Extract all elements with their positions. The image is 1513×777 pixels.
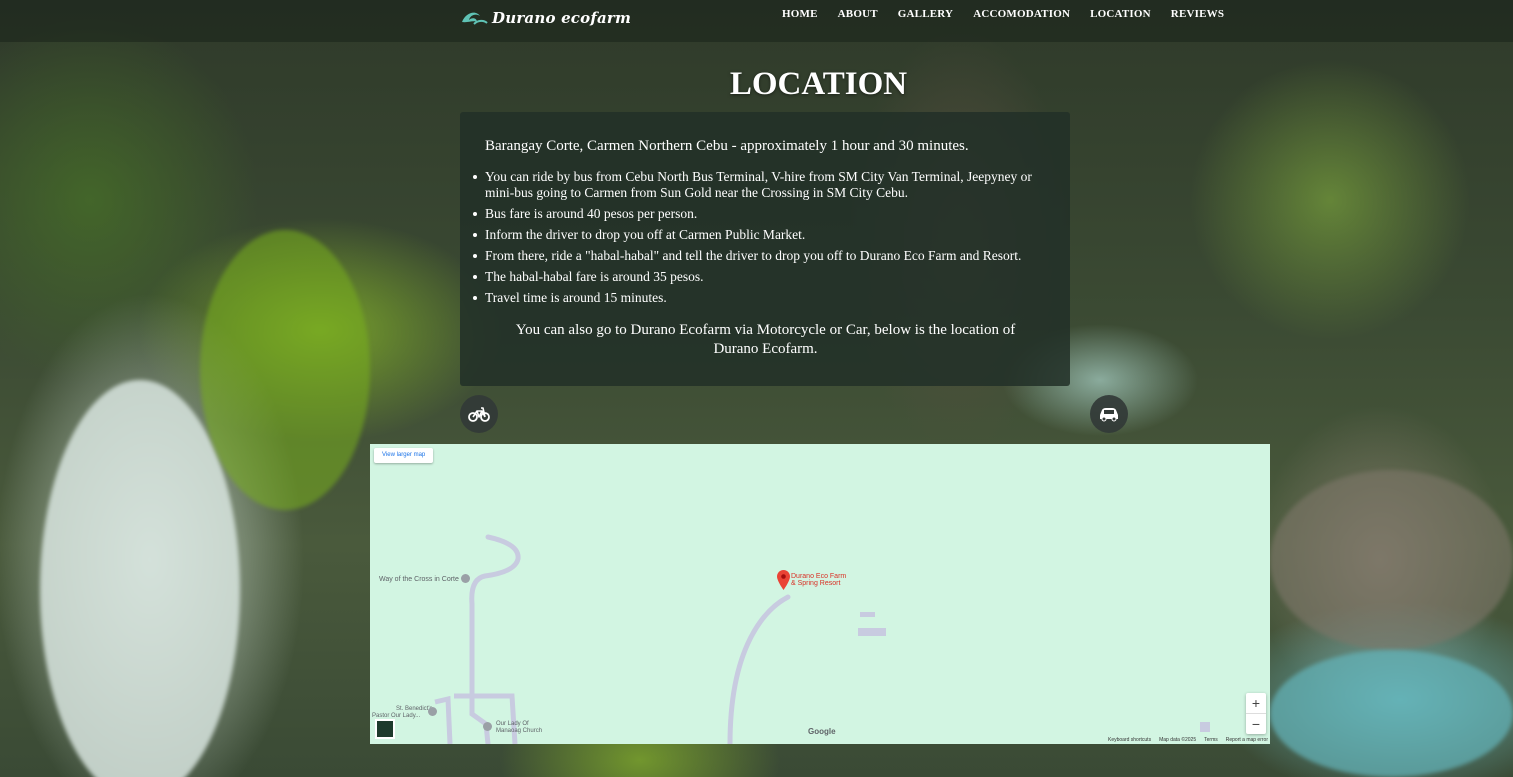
map-zoom-controls: + −	[1246, 693, 1266, 734]
map-label-our-lady: Our Lady Of	[496, 721, 529, 727]
location-info-card: Barangay Corte, Carmen Northern Cebu - a…	[460, 112, 1070, 386]
map-label-way-of-cross: Way of the Cross in Corte	[379, 576, 459, 583]
report-error-link[interactable]: Report a map error	[1226, 737, 1268, 743]
motorcycle-icon	[468, 407, 490, 422]
car-icon	[1100, 408, 1118, 422]
zoom-in-button[interactable]: +	[1246, 693, 1266, 713]
motorcycle-button[interactable]	[460, 395, 498, 433]
list-item: Inform the driver to drop you off at Car…	[473, 227, 1046, 243]
nav-accomodation[interactable]: ACCOMODATION	[973, 8, 1070, 20]
embedded-map[interactable]: View larger map Way of the Cross in Cort…	[370, 444, 1270, 744]
wave-logo-icon	[462, 12, 488, 25]
map-roads	[434, 534, 1210, 744]
nav-home[interactable]: HOME	[782, 8, 818, 20]
view-larger-map-button[interactable]: View larger map	[374, 448, 434, 463]
nav-gallery[interactable]: GALLERY	[898, 8, 953, 20]
keyboard-shortcuts-link[interactable]: Keyboard shortcuts	[1108, 737, 1151, 743]
nav-about[interactable]: ABOUT	[838, 8, 878, 20]
google-logo: Google	[808, 727, 836, 736]
main-nav: HOME ABOUT GALLERY ACCOMODATION LOCATION…	[782, 8, 1244, 20]
map-label-our-lady-2: Manaoag Church	[496, 728, 543, 734]
nav-reviews[interactable]: REVIEWS	[1171, 8, 1224, 20]
map-attribution: Keyboard shortcuts Map data ©2025 Terms …	[1108, 737, 1268, 743]
location-intro: Barangay Corte, Carmen Northern Cebu - a…	[485, 138, 969, 154]
list-item: Travel time is around 15 minutes.	[473, 290, 1046, 306]
map-poi-label[interactable]: Durano Eco Farm	[791, 573, 846, 580]
page-title: LOCATION	[729, 66, 908, 102]
brand-name: Durano ecofarm	[492, 9, 632, 27]
list-item: You can ride by bus from Cebu North Bus …	[473, 169, 1046, 201]
top-navbar: Durano ecofarm HOME ABOUT GALLERY ACCOMO…	[0, 0, 1513, 42]
map-poi-label-2[interactable]: & Spring Resort	[791, 580, 840, 587]
satellite-toggle[interactable]	[375, 719, 395, 739]
map-data-text: Map data ©2025	[1159, 737, 1197, 743]
car-button[interactable]	[1090, 395, 1128, 433]
location-pin-icon[interactable]	[777, 570, 790, 590]
list-item: The habal-habal fare is around 35 pesos.	[473, 269, 1046, 285]
church-marker-icon	[428, 707, 437, 716]
terms-link[interactable]: Terms	[1204, 737, 1218, 743]
zoom-out-button[interactable]: −	[1246, 714, 1266, 734]
church-marker-icon	[461, 574, 470, 583]
directions-list: You can ride by bus from Cebu North Bus …	[473, 169, 1046, 306]
location-outro: You can also go to Durano Ecofarm via Mo…	[515, 322, 1016, 357]
brand-logo[interactable]: Durano ecofarm	[460, 6, 631, 30]
list-item: From there, ride a "habal-habal" and tel…	[473, 248, 1046, 264]
church-marker-icon	[483, 722, 492, 731]
nav-location[interactable]: LOCATION	[1090, 8, 1151, 20]
list-item: Bus fare is around 40 pesos per person.	[473, 206, 1046, 222]
